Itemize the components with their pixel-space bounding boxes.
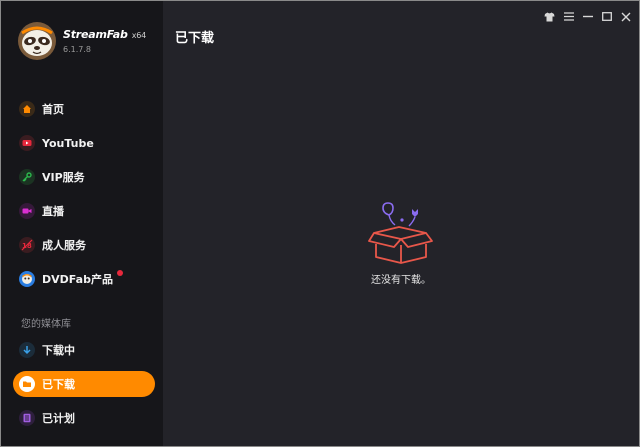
app-name: StreamFab	[63, 28, 128, 41]
empty-message: 还没有下载。	[371, 275, 431, 286]
skin-button[interactable]	[542, 10, 557, 23]
sidebar-item-label: DVDFab产品	[42, 273, 113, 286]
sidebar-item-adult[interactable]: 18 成人服务	[13, 232, 155, 258]
maximize-button[interactable]	[599, 10, 614, 23]
app-version: 6.1.7.8	[63, 45, 91, 54]
main-panel: 已下载 还没有下载。	[163, 1, 639, 446]
download-arrow-icon	[19, 342, 35, 358]
sidebar-item-label: 首页	[42, 103, 64, 116]
camera-icon	[19, 203, 35, 219]
tshirt-icon	[544, 12, 555, 21]
dvdfab-icon	[19, 271, 35, 287]
sidebar-item-vip[interactable]: VIP服务	[13, 164, 155, 190]
page-title: 已下载	[175, 31, 215, 46]
list-icon	[19, 410, 35, 426]
folder-icon	[19, 376, 35, 392]
notification-dot	[117, 270, 123, 276]
app-arch: x64	[131, 31, 147, 40]
adult-18-icon: 18	[19, 237, 35, 253]
sidebar-item-downloaded[interactable]: 已下载	[13, 371, 155, 397]
sidebar-item-home[interactable]: 首页	[13, 96, 155, 122]
sloth-logo	[17, 21, 57, 61]
sidebar-item-label: YouTube	[42, 136, 94, 150]
key-icon	[19, 169, 35, 185]
brand: StreamFab x64 6.1.7.8	[17, 21, 146, 61]
sidebar-item-dvdfab[interactable]: DVDFab产品	[13, 266, 155, 292]
sidebar-item-label: 已计划	[42, 412, 75, 425]
home-icon	[19, 101, 35, 117]
close-button[interactable]	[618, 10, 633, 23]
maximize-icon	[601, 12, 612, 21]
empty-state: 还没有下载。	[163, 201, 639, 286]
window-controls	[542, 10, 633, 23]
sidebar: StreamFab x64 6.1.7.8 首页 YouTube VIP服务 直…	[1, 1, 163, 446]
minimize-button[interactable]	[580, 10, 595, 23]
app-window: StreamFab x64 6.1.7.8 首页 YouTube VIP服务 直…	[0, 0, 640, 447]
sidebar-item-label: 已下载	[42, 378, 75, 391]
youtube-icon	[19, 135, 35, 151]
sidebar-item-label: VIP服务	[42, 171, 85, 184]
sidebar-item-youtube[interactable]: YouTube	[13, 130, 155, 156]
sidebar-item-label: 直播	[42, 205, 64, 218]
close-icon	[621, 12, 630, 21]
sidebar-item-downloading[interactable]: 下载中	[13, 337, 155, 363]
sidebar-item-scheduled[interactable]: 已计划	[13, 405, 155, 431]
sidebar-item-label: 成人服务	[42, 239, 86, 252]
sidebar-item-live[interactable]: 直播	[13, 198, 155, 224]
library-section-title: 您的媒体库	[21, 319, 71, 330]
empty-box-icon	[368, 202, 433, 264]
sidebar-item-label: 下载中	[42, 344, 75, 357]
minimize-icon	[582, 15, 593, 18]
menu-button[interactable]	[561, 10, 576, 23]
menu-icon	[563, 12, 574, 21]
